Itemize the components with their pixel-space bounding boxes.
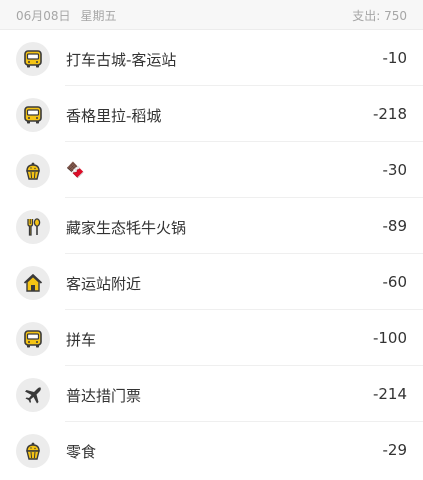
expense-label: 🍫: [66, 161, 85, 179]
cupcake-icon: [16, 154, 50, 188]
spend-value: 750: [384, 9, 407, 23]
expense-row[interactable]: 客运站附近 -60: [0, 254, 423, 310]
expense-amount: -218: [372, 105, 407, 123]
house-icon: [16, 266, 50, 300]
airplane-icon: [16, 378, 50, 412]
expense-label: 拼车: [66, 331, 97, 349]
expense-label: 客运站附近: [66, 275, 142, 293]
day-header: 06月08日 星期五 支出: 750: [0, 0, 423, 30]
expense-amount: -60: [382, 273, 408, 291]
day-date: 06月08日 星期五: [16, 7, 117, 24]
expense-row[interactable]: 普达措门票 -214: [0, 366, 423, 422]
expense-row[interactable]: 拼车 -100: [0, 310, 423, 366]
spend-label: 支出:: [352, 9, 381, 23]
expense-label: 零食: [66, 443, 97, 461]
expense-label: 普达措门票: [66, 387, 142, 405]
expense-list: 打车古城-客运站 -10 香格里拉-稻城 -218 🍫 -30 藏家生态牦牛火锅…: [0, 30, 423, 478]
weekday-text: 星期五: [80, 9, 117, 23]
fork-spoon-icon: [16, 210, 50, 244]
expense-label: 香格里拉-稻城: [66, 107, 162, 125]
bus-icon: [16, 42, 50, 76]
day-spend-summary: 支出: 750: [352, 7, 407, 24]
expense-amount: -29: [382, 441, 408, 459]
expense-amount: -100: [372, 329, 407, 347]
expense-label: 藏家生态牦牛火锅: [66, 219, 187, 237]
expense-row[interactable]: 🍫 -30: [0, 142, 423, 198]
expense-amount: -214: [372, 385, 407, 403]
expense-row[interactable]: 零食 -29: [0, 422, 423, 478]
bus-icon: [16, 98, 50, 132]
date-text: 06月08日: [16, 9, 71, 23]
expense-row[interactable]: 打车古城-客运站 -10: [0, 30, 423, 86]
expense-amount: -30: [382, 161, 408, 179]
expense-label: 打车古城-客运站: [66, 51, 177, 69]
bus-icon: [16, 322, 50, 356]
expense-amount: -10: [382, 49, 408, 67]
expense-amount: -89: [382, 217, 408, 235]
cupcake-icon: [16, 434, 50, 468]
expense-row[interactable]: 藏家生态牦牛火锅 -89: [0, 198, 423, 254]
expense-row[interactable]: 香格里拉-稻城 -218: [0, 86, 423, 142]
